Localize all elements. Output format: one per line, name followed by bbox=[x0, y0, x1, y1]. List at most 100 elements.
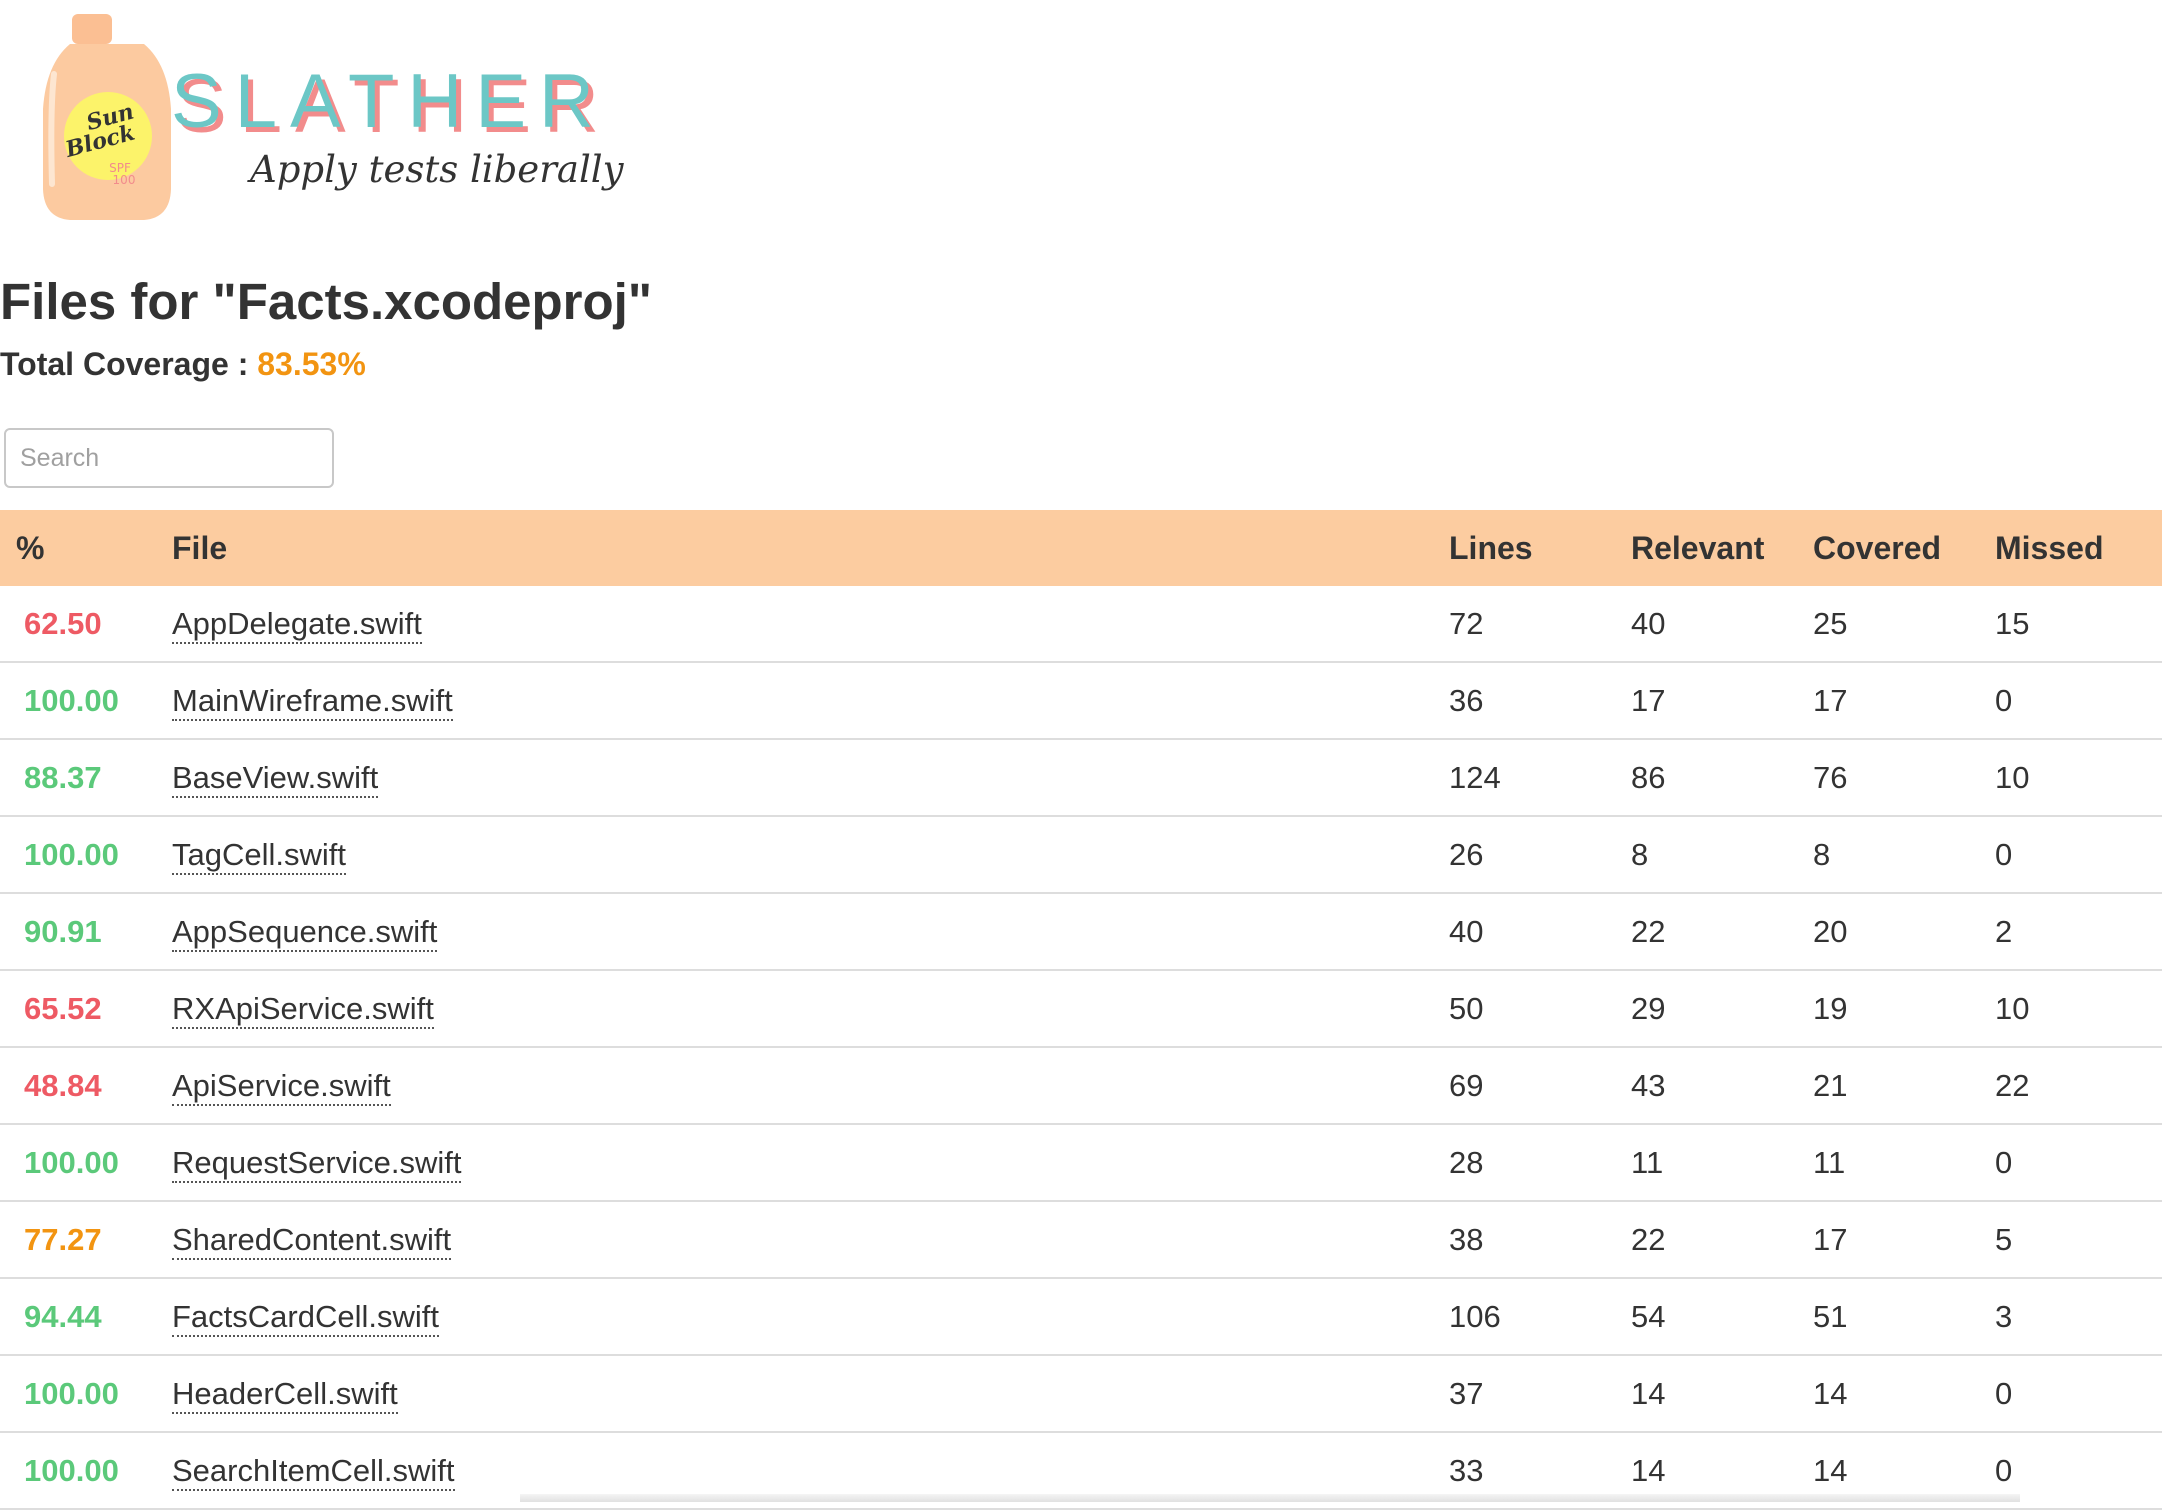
lines-count: 38 bbox=[1449, 1201, 1631, 1279]
file-link[interactable]: MainWireframe.swift bbox=[172, 682, 453, 721]
missed-count: 2 bbox=[1995, 893, 2162, 971]
relevant-count: 54 bbox=[1631, 1278, 1813, 1356]
file-link[interactable]: SearchItemCell.swift bbox=[172, 1452, 455, 1491]
covered-count: 76 bbox=[1813, 739, 1995, 817]
scroll-shadow bbox=[520, 1494, 2020, 1502]
coverage-percent: 100.00 bbox=[0, 816, 172, 894]
svg-text:100: 100 bbox=[113, 173, 136, 187]
covered-count: 19 bbox=[1813, 970, 1995, 1048]
table-row: 100.00 TagCell.swift 26 8 8 0 bbox=[0, 816, 2162, 894]
missed-count: 10 bbox=[1995, 970, 2162, 1048]
relevant-count: 14 bbox=[1631, 1355, 1813, 1433]
missed-count: 5 bbox=[1995, 1201, 2162, 1279]
missed-count: 0 bbox=[1995, 1432, 2162, 1510]
file-cell: RequestService.swift bbox=[172, 1124, 1449, 1202]
table-row: 62.50 AppDelegate.swift 72 40 25 15 bbox=[0, 586, 2162, 663]
brand-wordmark: SLATHER bbox=[171, 59, 607, 144]
file-cell: RXApiService.swift bbox=[172, 970, 1449, 1048]
coverage-table: % File Lines Relevant Covered Missed 62.… bbox=[0, 510, 2162, 1510]
lines-count: 37 bbox=[1449, 1355, 1631, 1433]
covered-count: 21 bbox=[1813, 1047, 1995, 1125]
lines-count: 106 bbox=[1449, 1278, 1631, 1356]
coverage-percent: 77.27 bbox=[0, 1201, 172, 1279]
file-cell: AppDelegate.swift bbox=[172, 586, 1449, 663]
relevant-count: 43 bbox=[1631, 1047, 1813, 1125]
missed-count: 10 bbox=[1995, 739, 2162, 817]
coverage-percent: 100.00 bbox=[0, 1432, 172, 1510]
search-input[interactable] bbox=[4, 428, 334, 488]
file-link[interactable]: TagCell.swift bbox=[172, 836, 346, 875]
file-cell: AppSequence.swift bbox=[172, 893, 1449, 971]
relevant-count: 17 bbox=[1631, 662, 1813, 740]
coverage-percent: 100.00 bbox=[0, 1355, 172, 1433]
missed-count: 0 bbox=[1995, 662, 2162, 740]
covered-count: 17 bbox=[1813, 1201, 1995, 1279]
covered-count: 20 bbox=[1813, 893, 1995, 971]
table-row: 100.00 RequestService.swift 28 11 11 0 bbox=[0, 1124, 2162, 1202]
lines-count: 40 bbox=[1449, 893, 1631, 971]
table-row: 77.27 SharedContent.swift 38 22 17 5 bbox=[0, 1201, 2162, 1279]
missed-count: 15 bbox=[1995, 586, 2162, 663]
column-header-percent[interactable]: % bbox=[0, 510, 172, 586]
brand-tagline: Apply tests liberally bbox=[247, 148, 625, 191]
coverage-percent: 48.84 bbox=[0, 1047, 172, 1125]
file-link[interactable]: BaseView.swift bbox=[172, 759, 379, 798]
file-link[interactable]: AppDelegate.swift bbox=[172, 605, 422, 644]
column-header-file[interactable]: File bbox=[172, 510, 1449, 586]
slather-logo: Sun Block SPF 100 SLATHER SLATHER Apply … bbox=[43, 14, 625, 220]
relevant-count: 86 bbox=[1631, 739, 1813, 817]
coverage-percent: 100.00 bbox=[0, 662, 172, 740]
table-row: 65.52 RXApiService.swift 50 29 19 10 bbox=[0, 970, 2162, 1048]
coverage-percent: 100.00 bbox=[0, 1124, 172, 1202]
table-row: 88.37 BaseView.swift 124 86 76 10 bbox=[0, 739, 2162, 817]
lines-count: 36 bbox=[1449, 662, 1631, 740]
covered-count: 51 bbox=[1813, 1278, 1995, 1356]
coverage-percent: 65.52 bbox=[0, 970, 172, 1048]
relevant-count: 22 bbox=[1631, 893, 1813, 971]
covered-count: 25 bbox=[1813, 586, 1995, 663]
lines-count: 26 bbox=[1449, 816, 1631, 894]
relevant-count: 8 bbox=[1631, 816, 1813, 894]
table-row: 48.84 ApiService.swift 69 43 21 22 bbox=[0, 1047, 2162, 1125]
relevant-count: 11 bbox=[1631, 1124, 1813, 1202]
lines-count: 124 bbox=[1449, 739, 1631, 817]
covered-count: 8 bbox=[1813, 816, 1995, 894]
covered-count: 14 bbox=[1813, 1355, 1995, 1433]
table-row: 94.44 FactsCardCell.swift 106 54 51 3 bbox=[0, 1278, 2162, 1356]
file-link[interactable]: FactsCardCell.swift bbox=[172, 1298, 439, 1337]
lines-count: 28 bbox=[1449, 1124, 1631, 1202]
missed-count: 3 bbox=[1995, 1278, 2162, 1356]
table-row: 90.91 AppSequence.swift 40 22 20 2 bbox=[0, 893, 2162, 971]
sunblock-bottle-icon: Sun Block SPF 100 bbox=[43, 14, 171, 220]
coverage-value: 83.53% bbox=[257, 346, 366, 382]
table-row: 100.00 HeaderCell.swift 37 14 14 0 bbox=[0, 1355, 2162, 1433]
file-link[interactable]: HeaderCell.swift bbox=[172, 1375, 398, 1414]
file-link[interactable]: RequestService.swift bbox=[172, 1144, 462, 1183]
covered-count: 11 bbox=[1813, 1124, 1995, 1202]
column-header-lines[interactable]: Lines bbox=[1449, 510, 1631, 586]
file-cell: HeaderCell.swift bbox=[172, 1355, 1449, 1433]
file-link[interactable]: SharedContent.swift bbox=[172, 1221, 452, 1260]
file-link[interactable]: ApiService.swift bbox=[172, 1067, 391, 1106]
table-header-row: % File Lines Relevant Covered Missed bbox=[0, 510, 2162, 586]
coverage-percent: 94.44 bbox=[0, 1278, 172, 1356]
file-cell: SharedContent.swift bbox=[172, 1201, 1449, 1279]
file-link[interactable]: RXApiService.swift bbox=[172, 990, 434, 1029]
total-coverage: Total Coverage : 83.53% bbox=[0, 346, 366, 383]
file-cell: MainWireframe.swift bbox=[172, 662, 1449, 740]
file-link[interactable]: AppSequence.swift bbox=[172, 913, 438, 952]
relevant-count: 40 bbox=[1631, 586, 1813, 663]
coverage-percent: 88.37 bbox=[0, 739, 172, 817]
file-cell: ApiService.swift bbox=[172, 1047, 1449, 1125]
missed-count: 0 bbox=[1995, 1124, 2162, 1202]
missed-count: 0 bbox=[1995, 1355, 2162, 1433]
file-cell: TagCell.swift bbox=[172, 816, 1449, 894]
file-cell: FactsCardCell.swift bbox=[172, 1278, 1449, 1356]
column-header-covered[interactable]: Covered bbox=[1813, 510, 1995, 586]
relevant-count: 22 bbox=[1631, 1201, 1813, 1279]
coverage-label: Total Coverage : bbox=[0, 346, 249, 382]
missed-count: 22 bbox=[1995, 1047, 2162, 1125]
column-header-relevant[interactable]: Relevant bbox=[1631, 510, 1813, 586]
column-header-missed[interactable]: Missed bbox=[1995, 510, 2162, 586]
file-cell: BaseView.swift bbox=[172, 739, 1449, 817]
